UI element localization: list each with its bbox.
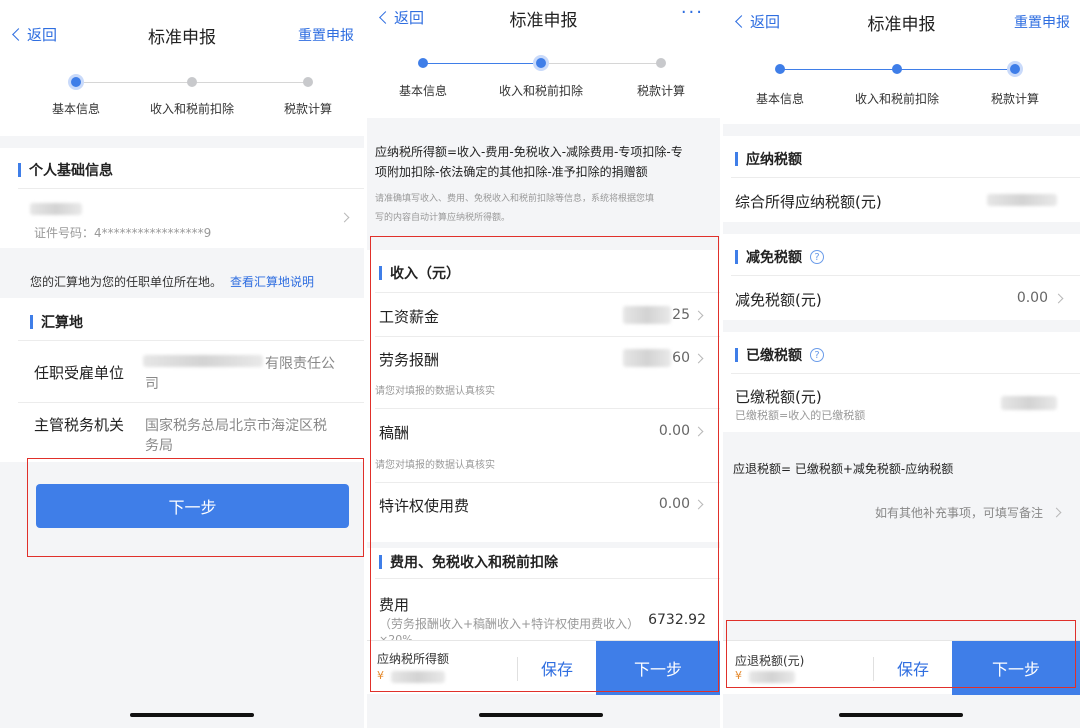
paid-section-title: 已缴税额 ? [735,345,824,365]
chevron-right-icon[interactable] [339,212,350,223]
tax-office-value: 国家税务总局北京市海淀区税 [145,418,327,434]
step-1-label: 基本信息 [51,102,101,116]
page-title: 标准申报 [509,11,578,31]
settlement-explain-link[interactable]: 查看汇算地说明 [230,275,314,289]
reduction-label: 减免税额(元) [735,291,822,309]
step-3-label: 税款计算 [636,84,686,98]
employer-value-2: 司 [145,376,159,392]
refund-formula: 应退税额= 已缴税额+减免税额-应纳税额 [733,462,954,476]
paid-label: 已缴税额(元) [735,388,822,406]
payable-section-title: 应纳税额 [735,149,802,169]
progress-stepper: 基本信息 收入和税前扣除 税款计算 [723,42,1080,124]
nav-bar: 返回 标准申报 ··· [367,0,720,36]
reduction-value[interactable]: 0.00 [1017,290,1048,306]
home-indicator [479,713,603,717]
hint-line-2: 写的内容自动计算应纳税所得额。 [375,213,511,223]
screen-basic-info: 返回 标准申报 重置申报 基本信息 收入和税前扣除 税款计算 个人基础信息 证件… [0,0,364,728]
nav-bar: 返回 标准申报 重置申报 [723,0,1080,42]
tax-office-label: 主管税务机关 [34,416,125,434]
reduction-section-title: 减免税额 ? [735,247,824,267]
help-icon[interactable]: ? [810,348,824,362]
payable-value-masked [987,194,1057,206]
settlement-card: 汇算地 任职受雇单位 有限责任公 司 主管税务机关 国家税务总局北京市海淀区税 … [0,298,364,462]
paid-card: 已缴税额 ? 已缴税额(元) 已缴税额=收入的已缴税额 [723,332,1080,432]
step-1-dot [418,58,428,68]
step-3-dot [1007,61,1023,77]
reset-declaration-link[interactable]: 重置申报 [298,25,354,45]
tax-office-value-2: 务局 [145,438,173,454]
payable-card: 应纳税额 综合所得应纳税额(元) [723,136,1080,222]
step-2-dot [187,77,197,87]
step-1-label: 基本信息 [398,84,448,98]
payable-label: 综合所得应纳税额(元) [735,193,882,211]
more-icon[interactable]: ··· [681,2,704,23]
step-2-label: 收入和税前扣除 [498,84,584,98]
step-1-dot [775,64,785,74]
step-2-label: 收入和税前扣除 [854,92,940,106]
step-2-dot [892,64,902,74]
name-masked [30,203,82,215]
step-3-label: 税款计算 [283,102,333,116]
progress-stepper: 基本信息 收入和税前扣除 税款计算 [0,56,364,136]
settlement-section-title: 汇算地 [30,312,83,332]
chevron-right-icon[interactable] [1053,293,1064,304]
step-2-label: 收入和税前扣除 [149,102,235,116]
personal-section-title: 个人基础信息 [18,160,113,180]
formula-line-1: 应纳税所得额=收入-费用-免税收入-减除费用-专项扣除-专 [375,145,683,159]
step-2-dot [533,55,549,71]
reset-declaration-link[interactable]: 重置申报 [1014,12,1070,32]
highlight-box [726,620,1076,688]
id-number: 证件号码：4*****************9 [34,226,212,240]
highlight-box [27,458,364,557]
home-indicator [130,713,254,717]
screen-income-deduction: 返回 标准申报 ··· 基本信息 收入和税前扣除 税款计算 应纳税所得额=收入-… [367,0,720,728]
step-1-dot [68,74,84,90]
screen-tax-calculation: 返回 标准申报 重置申报 基本信息 收入和税前扣除 税款计算 应纳税额 综合所得… [723,0,1080,728]
hint-line-1: 请准确填写收入、费用、免税收入和税前扣除等信息，系统将根据您填 [375,194,655,204]
paid-value-masked [1001,396,1057,410]
step-3-dot [656,58,666,68]
nav-bar: 返回 标准申报 重置申报 [0,0,364,56]
formula-line-2: 项附加扣除-依法确定的其他扣除-准予扣除的捐赠额 [375,165,648,179]
progress-stepper: 基本信息 收入和税前扣除 税款计算 [367,36,720,118]
remark-link[interactable]: 如有其他补充事项，可填写备注 [875,504,1062,521]
help-icon[interactable]: ? [810,250,824,264]
employer-value: 有限责任公 [265,356,335,372]
personal-info-card: 个人基础信息 证件号码：4*****************9 [0,148,364,248]
home-indicator [839,713,963,717]
reduction-card: 减免税额 ? 减免税额(元) 0.00 [723,234,1080,320]
employer-masked [143,355,263,367]
chevron-right-icon [1051,507,1062,518]
step-3-label: 税款计算 [990,92,1040,106]
highlight-box [370,236,719,692]
paid-hint: 已缴税额=收入的已缴税额 [735,409,866,422]
employer-label: 任职受雇单位 [34,364,125,382]
step-1-label: 基本信息 [755,92,805,106]
settlement-notice: 您的汇算地为您的任职单位所在地。 查看汇算地说明 [30,275,315,289]
step-3-dot [303,77,313,87]
